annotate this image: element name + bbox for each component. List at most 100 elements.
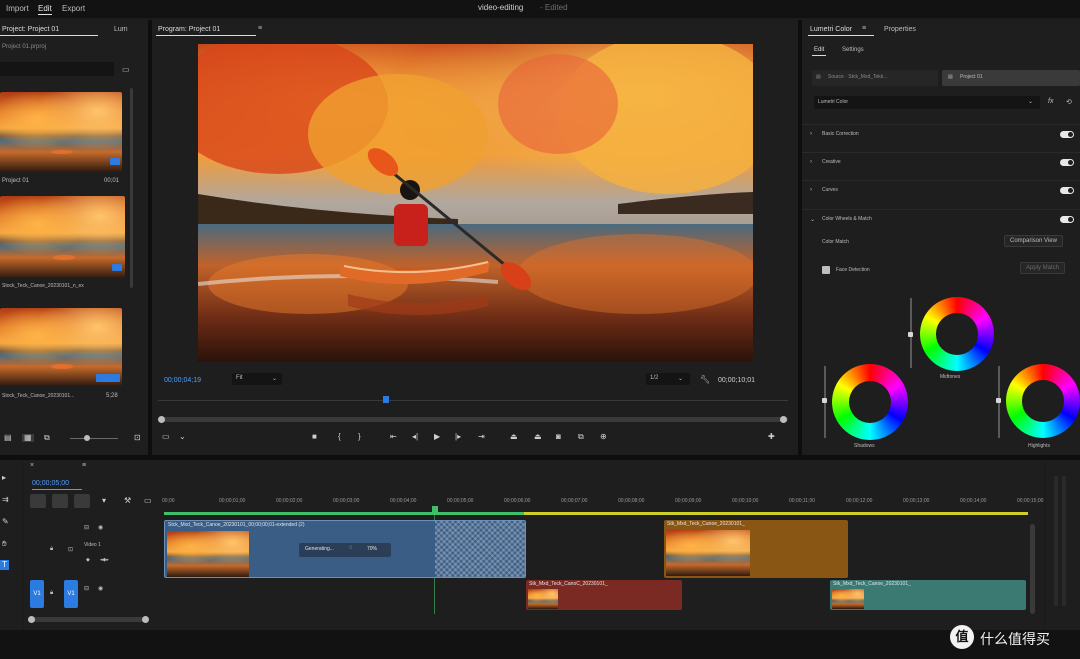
subtab-edit[interactable]: Edit: [814, 47, 824, 53]
toggle-output-icon[interactable]: ⊟: [84, 585, 89, 592]
go-to-in-icon[interactable]: ⇤: [390, 433, 397, 441]
timeline-vertical-scrollbar[interactable]: [1030, 524, 1035, 614]
reset-icon[interactable]: ⟲: [1066, 98, 1072, 106]
menu-export[interactable]: Export: [62, 4, 85, 13]
zoom-scrollbar[interactable]: [158, 417, 788, 422]
zoom-slider-knob[interactable]: [84, 435, 90, 441]
panel-menu-icon[interactable]: ≡: [82, 462, 86, 469]
source-clip-selector[interactable]: ▤ Source · Stck_Mxd_Tekk...: [812, 70, 938, 86]
project-thumbnail-1[interactable]: [0, 92, 122, 172]
clip-canoe-4[interactable]: Stk_Mxd_Teck_Canoe_20230101_: [830, 580, 1026, 610]
wrench-icon[interactable]: ⚒: [124, 497, 131, 505]
play-icon[interactable]: ▶: [434, 433, 440, 441]
export-frame-icon[interactable]: ◙: [556, 433, 561, 441]
freeform-view-icon[interactable]: ⧉: [44, 434, 50, 442]
snap-button[interactable]: [30, 494, 46, 508]
lock-icon[interactable]: 🔒︎: [50, 546, 53, 553]
project-search-input[interactable]: [0, 62, 114, 76]
sync-lock-icon[interactable]: ⊡: [68, 546, 73, 553]
zoom-slider[interactable]: [70, 438, 118, 439]
section-creative[interactable]: › Creative: [802, 152, 1080, 172]
tab-lumetri-color[interactable]: Lumetri Color: [810, 26, 852, 33]
mark-out-icon[interactable]: }: [358, 433, 361, 441]
lift-icon[interactable]: ⏏: [510, 433, 518, 441]
apply-match-button[interactable]: Apply Match: [1020, 262, 1066, 274]
clip-canoe-2[interactable]: Stk_Mxd_Teck_Canoe_20230101_: [664, 520, 848, 578]
current-timecode[interactable]: 00;00;04;19: [164, 377, 201, 384]
new-bin-icon[interactable]: ⊡: [134, 434, 141, 442]
step-back-icon[interactable]: ◂|: [412, 433, 418, 441]
panel-menu-icon[interactable]: ≡: [258, 25, 262, 32]
multicam-icon[interactable]: ⊕: [600, 433, 607, 441]
toggle-output-icon[interactable]: ⊟: [84, 524, 89, 531]
scrub-ruler[interactable]: [158, 400, 788, 401]
add-marker-button[interactable]: [74, 494, 90, 508]
lock-icon[interactable]: 🔒︎: [50, 590, 53, 597]
eye-icon[interactable]: ◉: [98, 524, 103, 531]
subtab-settings[interactable]: Settings: [842, 47, 864, 53]
scrollbar-left-handle[interactable]: [28, 616, 35, 623]
chevron-down-icon[interactable]: ⌄: [179, 433, 186, 441]
safe-margins-icon[interactable]: ▭: [162, 433, 170, 441]
highlights-color-wheel[interactable]: [1006, 364, 1080, 438]
menu-import[interactable]: Import: [6, 4, 29, 13]
zoom-scrollbar-right-handle[interactable]: [780, 416, 787, 423]
go-to-out-icon[interactable]: ⇥: [478, 433, 485, 441]
face-detection-checkbox[interactable]: [822, 266, 830, 274]
type-tool-icon[interactable]: T: [0, 560, 9, 570]
folder-icon[interactable]: ▭: [122, 65, 130, 74]
linked-selection-button[interactable]: [52, 494, 68, 508]
selection-tool-icon[interactable]: ▸: [2, 474, 6, 482]
resolution-dropdown[interactable]: 1/2 ⌄: [646, 373, 690, 385]
tab-properties[interactable]: Properties: [884, 26, 916, 33]
project-thumbnail-2[interactable]: [0, 196, 125, 278]
tab-lumetri-short[interactable]: Lum: [114, 26, 128, 33]
project-scrollbar[interactable]: [130, 88, 133, 288]
keyframe-nav-icon[interactable]: ◂◆▸: [100, 557, 109, 563]
section-toggle[interactable]: [1060, 216, 1074, 223]
playhead-marker[interactable]: [383, 396, 389, 403]
menu-edit[interactable]: Edit: [38, 4, 52, 15]
eye-icon[interactable]: ◉: [98, 585, 103, 592]
mark-in-icon[interactable]: {: [338, 433, 341, 441]
target-sequence-selector[interactable]: ▤ Project 01: [942, 70, 1080, 86]
playhead-head[interactable]: [432, 506, 438, 514]
add-marker-icon[interactable]: ■: [312, 433, 317, 441]
zoom-scrollbar-left-handle[interactable]: [158, 416, 165, 423]
section-color-wheels[interactable]: ⌄ Color Wheels & Match: [802, 209, 1080, 229]
timeline-timecode[interactable]: 00;00;05;00: [32, 480, 69, 487]
close-icon[interactable]: ×: [30, 462, 34, 469]
midtones-luma-knob[interactable]: [908, 332, 913, 337]
section-basic-correction[interactable]: › Basic Correction: [802, 124, 1080, 144]
icon-view-icon[interactable]: ▦: [22, 434, 34, 442]
comparison-view-icon[interactable]: ⧉: [578, 433, 584, 441]
fx-icon[interactable]: fx: [1048, 98, 1053, 105]
shadows-luma-knob[interactable]: [822, 398, 827, 403]
extract-icon[interactable]: ⏏: [534, 433, 542, 441]
captions-icon[interactable]: ▭: [144, 497, 152, 505]
clip-extended-video[interactable]: Stck_Mxd_Teck_Canoe_20230101_00;00;00;01…: [164, 520, 526, 578]
add-button-icon[interactable]: ✚: [768, 433, 775, 441]
highlights-luma-knob[interactable]: [996, 398, 1001, 403]
track-select-tool-icon[interactable]: ⇉: [2, 496, 9, 504]
pen-tool-icon[interactable]: ✎: [2, 518, 9, 526]
hand-tool-icon[interactable]: ✋︎: [2, 540, 7, 548]
clip-canoe-3[interactable]: Stk_Mxd_Teck_CanoC_20230101_: [526, 580, 682, 610]
panel-menu-icon[interactable]: ≡: [862, 25, 866, 32]
source-patch-v1[interactable]: V1: [30, 580, 44, 608]
tab-project[interactable]: Project: Project 01: [2, 26, 59, 33]
program-video-frame[interactable]: [198, 44, 753, 362]
step-forward-icon[interactable]: |▸: [455, 433, 461, 441]
section-toggle[interactable]: [1060, 159, 1074, 166]
track-target-v1[interactable]: V1: [64, 580, 78, 608]
timeline-settings-icon[interactable]: ▾: [102, 497, 106, 505]
timeline-horizontal-scrollbar[interactable]: [28, 617, 148, 622]
section-toggle[interactable]: [1060, 187, 1074, 194]
scrollbar-right-handle[interactable]: [142, 616, 149, 623]
midtones-color-wheel[interactable]: [920, 297, 994, 371]
comparison-view-button[interactable]: Comparison View: [1004, 235, 1063, 247]
keyframe-icon[interactable]: ◆: [86, 557, 90, 563]
effect-dropdown[interactable]: Lumetri Color ⌄: [814, 96, 1040, 109]
wrench-icon[interactable]: 🔧︎: [700, 375, 710, 384]
section-curves[interactable]: › Curves: [802, 180, 1080, 200]
